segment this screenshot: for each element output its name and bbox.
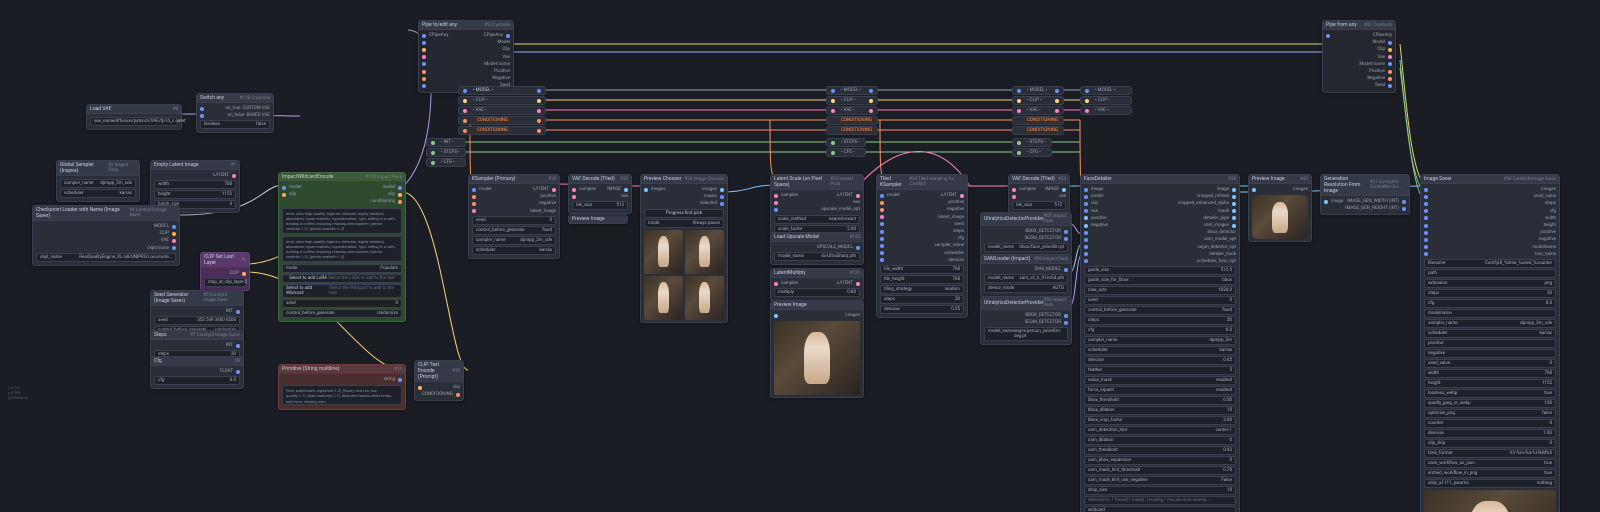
chooser-thumb[interactable] [644,230,683,274]
vae-name-widget[interactable]: vae_namediffusion/pytorch/VAE/fp16_c.saf… [90,117,178,126]
node-primitive-string[interactable]: Primitive (String multiline)#11 string (… [278,364,406,410]
reroute-vae[interactable]: • VAE • [458,106,546,115]
title: Switch any [200,95,224,101]
node-gen-resolution[interactable]: Generation Resolution From Image#41 Comf… [1320,174,1410,215]
node-preview-2[interactable]: Preview Image images [770,300,864,398]
preview-thumb [774,321,860,395]
reroute-cond-neg[interactable]: CONDITIONING [458,126,546,135]
face-thumb [1252,195,1308,239]
node-ksampler[interactable]: KSampler (Primary)#18 model LATENT posit… [468,174,560,259]
chooser-thumb[interactable] [685,230,724,274]
populated-prompt[interactable]: emb, ultra-high quality, highres, intric… [282,236,402,262]
node-switch-any[interactable]: Switch any#118 Crystools on_true: CUSTOM… [196,93,274,133]
reroute-cond-pos[interactable]: CONDITIONING [458,116,546,125]
node-clip-last-layer[interactable]: CLIP Set Last Layer#6 CLIP stop_at_clip_… [200,252,250,291]
title: Load VAE [90,106,111,112]
reroute-clip[interactable]: • CLIP • [458,96,546,105]
node-vae-decode-2[interactable]: VAE Decode (Tiled)#33 samples IMAGE vae … [1008,174,1070,214]
node-tiled-ksampler[interactable]: Tiled KSampler#24 Tiled sampling for Com… [876,174,968,318]
add-lora-button[interactable]: Select to add LoRA Select the LoRA to ad… [282,274,402,283]
node-load-upscale[interactable]: Load Upscale Model#120 UPSCALE_MODEL mod… [770,232,864,265]
add-wildcard-button[interactable]: Select to add Wildcard Select the Wildca… [282,284,402,298]
node-preview-chooser[interactable]: Preview Chooser#34 Image Chooser images … [640,174,728,323]
node-pipe-from[interactable]: Pipe from any#31 Crystools CPipeAny Mode… [1322,20,1396,93]
node-load-vae[interactable]: Load VAE#8 vae_namediffusion/pytorch/VAE… [86,104,182,130]
neg-prompt[interactable]: (text, watermark, signature:1.2), (blurr… [282,385,402,405]
zoom-readout: 1:4.74 y 0.59k (64 Nodes) [8,385,28,400]
node-face-detailer[interactable]: FaceDetailer#38 imageimagemodelcropped_r… [1080,174,1240,512]
chooser-thumb[interactable] [685,276,724,320]
reroute-model[interactable]: • MODEL • [458,86,546,95]
node-global-sampler[interactable]: Global Sampler (Inspire)#3 Inspire Pack … [56,160,140,202]
node-latent-scale[interactable]: Latent Scale (on Pixel Space)#23 Impact … [770,174,864,238]
node-vae-decode-1[interactable]: VAE Decode (Tiled)#32 samples IMAGE vae … [568,174,632,214]
node-face-preview[interactable]: Preview Image#42 images [1248,174,1312,242]
node-sam-loader[interactable]: SAMLoader (Impact)#39 Impact Pack SAM_MO… [980,254,1072,297]
positive-prompt[interactable]: emb, ultra-high quality, highres, intric… [282,208,402,234]
node-pipe-edit[interactable]: Pipe to/edit any#2 Crystools CPipeAny CP… [418,20,514,93]
progress-pick-button[interactable]: Progress first pick [644,209,724,218]
node-latent-multiply[interactable]: LatentMultiply#121 samples LATENT multip… [770,268,864,301]
node-wildcard-encode[interactable]: ImpactWildcardEncode#100 Impact Pack mod… [278,172,406,322]
node-ckpt-loader[interactable]: Checkpoint Loader with Name (Image Saver… [32,205,180,266]
node-cfg[interactable]: Cfg#8 FLOAT cfg6.0 [150,356,244,389]
node-bbox-1[interactable]: UltralyticsDetectorProvider#40 Impact Pa… [980,212,1072,256]
node-preview-collapsed[interactable]: Preview Image [568,214,628,224]
node-image-saver[interactable]: Image Saver#36 ComfyUI Image Saver image… [1420,174,1560,512]
saved-thumb [1424,490,1556,512]
chooser-thumb[interactable] [644,276,683,320]
node-clip-text-encode[interactable]: CLIP Text Encode (Prompt)#10 clip CONDIT… [414,360,464,401]
node-bbox-2[interactable]: UltralyticsDetectorProvider#50 Impact Pa… [980,296,1072,345]
